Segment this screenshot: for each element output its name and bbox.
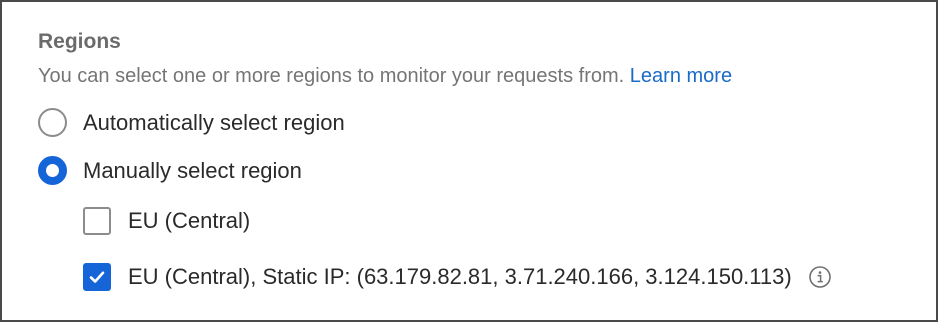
info-icon[interactable] xyxy=(808,265,832,289)
radio-manual-label: Manually select region xyxy=(83,157,302,183)
region-eu-central-label: EU (Central) xyxy=(128,208,251,233)
checkbox-eu-central-static-ip[interactable] xyxy=(83,263,111,291)
learn-more-link[interactable]: Learn more xyxy=(630,65,732,87)
description-text: You can select one or more regions to mo… xyxy=(38,65,625,87)
region-option-eu-central[interactable]: EU (Central) xyxy=(83,207,250,235)
section-description: You can select one or more regions to mo… xyxy=(38,63,732,89)
section-title: Regions xyxy=(38,30,121,53)
radio-automatic[interactable] xyxy=(38,108,67,137)
checkbox-eu-central[interactable] xyxy=(83,207,111,235)
region-option-eu-central-static-ip[interactable]: EU (Central), Static IP: (63.179.82.81, … xyxy=(83,263,832,291)
radio-automatic-label: Automatically select region xyxy=(83,109,345,135)
radio-manual[interactable] xyxy=(38,156,67,185)
regions-panel: Regions You can select one or more regio… xyxy=(0,0,938,322)
radio-option-manual[interactable]: Manually select region xyxy=(38,156,302,185)
checkmark-icon xyxy=(89,271,105,283)
radio-option-automatic[interactable]: Automatically select region xyxy=(38,108,345,137)
region-eu-central-static-ip-label: EU (Central), Static IP: (63.179.82.81, … xyxy=(128,264,792,289)
